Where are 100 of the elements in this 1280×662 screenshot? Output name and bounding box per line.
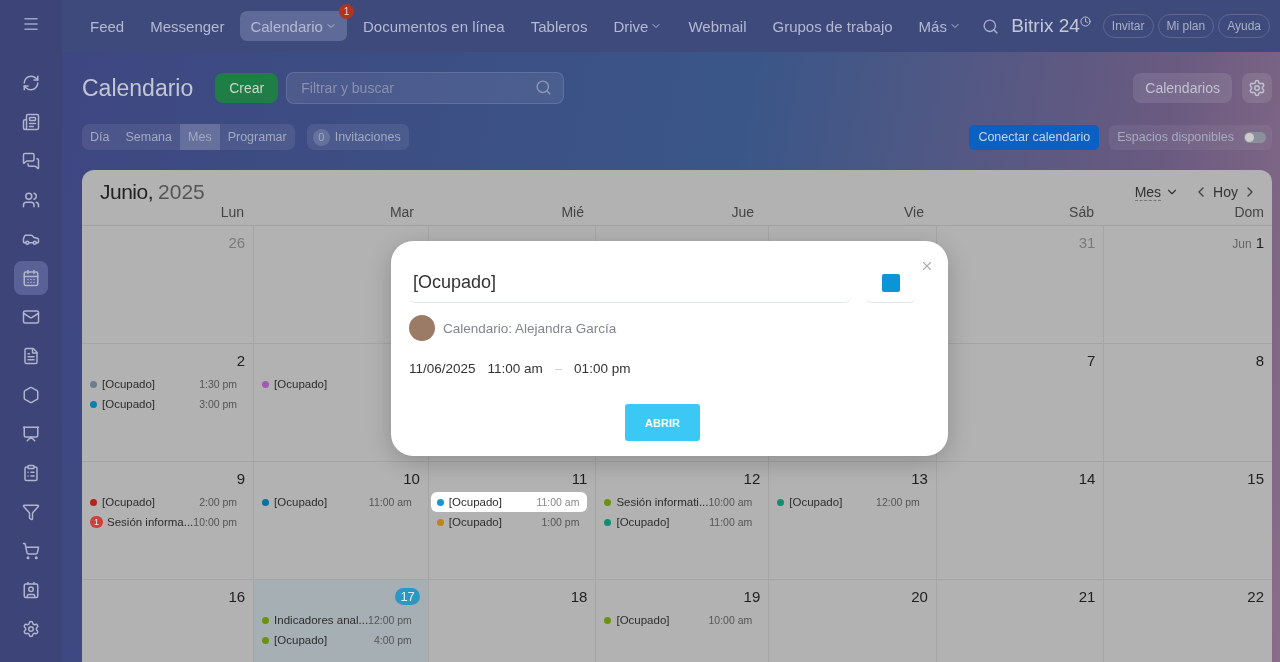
avatar [409, 315, 435, 341]
event-title: [Ocupado] [274, 378, 329, 390]
event-time: 10:00 pm [193, 516, 238, 528]
start-time: 11:00 am [487, 361, 543, 376]
nav-tab[interactable]: Tableros [520, 11, 598, 41]
weekday-label: Jue [731, 204, 754, 220]
end-time: 01:00 pm [574, 361, 631, 376]
settings-button[interactable] [1242, 73, 1272, 103]
day-number: 1 [1255, 234, 1264, 251]
event-time: 1:30 pm [199, 378, 238, 390]
weekday-label: Mar [389, 204, 414, 220]
calendar-event[interactable]: [Ocupado] 3:00 pm [84, 394, 246, 414]
view-tab[interactable]: Programar [219, 124, 295, 150]
connect-calendar-button[interactable]: Conectar calendario [969, 124, 1100, 150]
today-date: 17 [395, 588, 420, 605]
day-number: 7 [1087, 352, 1096, 369]
event-title: [Ocupado] [274, 496, 329, 508]
month-label: Jun [1232, 237, 1252, 251]
month-title: Junio, [100, 180, 154, 204]
calendar-event[interactable]: 1 Sesión informa...10:00 pm [84, 512, 246, 532]
nav-tab[interactable]: Grupos de trabajo [762, 11, 903, 41]
search-icon[interactable] [982, 17, 1000, 35]
day-number: 9 [236, 470, 246, 487]
event-time: 12:00 pm [368, 614, 412, 626]
event-title: Indicadores anal... [274, 614, 369, 626]
weekday-label: Vie [904, 204, 924, 220]
day-number: 14 [1078, 470, 1096, 487]
day-number: 15 [1247, 470, 1264, 487]
day-number: 20 [911, 588, 928, 605]
today-button[interactable]: Hoy [1209, 184, 1242, 200]
view-tab[interactable]: Día [82, 124, 118, 150]
event-time: 10:00 am [708, 614, 753, 626]
event-time: 4:00 pm [373, 634, 412, 646]
view-dropdown[interactable]: Mes [1134, 183, 1180, 201]
event-title: Sesión informa... [107, 516, 194, 528]
day-number: 2 [236, 352, 246, 369]
nav-tab[interactable]: Webmail [678, 11, 757, 41]
event-time: 12:00 pm [876, 496, 920, 508]
event-title: [Ocupado] [448, 496, 503, 508]
event-time: 11:00 am [709, 516, 753, 528]
event-title: [Ocupado] [102, 378, 157, 390]
page-title: Calendario [82, 74, 194, 102]
event-time: 1:00 pm [541, 516, 580, 528]
event-time: 11:00 am [536, 496, 580, 508]
event-title: [Ocupado] [616, 614, 671, 626]
day-number: 19 [743, 588, 761, 605]
calendar-event[interactable]: Indicadores anal...12:00 pm [256, 610, 420, 630]
calendar-event[interactable]: [Ocupado] 1:00 pm [430, 512, 588, 532]
year-title: 2025 [158, 180, 205, 204]
weekday-label: Lun [220, 204, 244, 220]
calendar-event[interactable]: [Ocupado] 12:00 pm [771, 492, 928, 512]
time-separator: – [554, 361, 563, 376]
settings-icon [1248, 79, 1266, 97]
nav-tab[interactable]: Messenger [140, 11, 235, 41]
day-number: 26 [228, 234, 246, 251]
calendar-event[interactable]: Sesión informati...10:00 am [598, 492, 761, 512]
availability-toggle[interactable] [1244, 131, 1266, 143]
calendar-event[interactable]: [Ocupado] 4:00 pm [256, 630, 420, 650]
weekday-label: Mié [561, 204, 584, 220]
event-time: 2:00 pm [199, 496, 238, 508]
day-number: 18 [570, 588, 588, 605]
view-tab[interactable]: Semana [117, 124, 180, 150]
event-title-field[interactable]: [Ocupado] [409, 263, 851, 303]
day-number: 16 [228, 588, 246, 605]
brand-logo: Bitrix 24 [1011, 15, 1080, 37]
calendars-button[interactable]: Calendarios [1133, 73, 1232, 103]
event-date: 11/06/2025 [409, 361, 476, 376]
event-count-badge: 1 [90, 516, 103, 528]
day-number: 10 [403, 470, 420, 487]
event-title: [Ocupado] [789, 496, 844, 508]
day-number: 12 [743, 470, 761, 487]
event-time: 11:00 am [368, 496, 412, 508]
calendar-event[interactable]: [Ocupado] 10:00 am [598, 610, 761, 630]
availability-label: Espacios disponibles [1117, 130, 1234, 144]
day-number: 13 [911, 470, 928, 487]
weekday-label: Dom [1234, 204, 1264, 220]
weekday-label: Sáb [1069, 204, 1094, 220]
nav-tab[interactable]: Más [908, 11, 971, 41]
calendar-owner: Calendario: Alejandra García [443, 320, 617, 336]
nav-tab[interactable]: Documentos en línea [352, 11, 515, 41]
nav-tab[interactable]: Drive [603, 11, 673, 41]
calendar-event[interactable]: [Ocupado] 2:00 pm [84, 492, 246, 512]
calendar-event[interactable]: [Ocupado] 1:30 pm [84, 374, 246, 394]
day-number: 8 [1255, 352, 1264, 369]
clock-icon [1079, 15, 1091, 27]
day-number: 11 [571, 470, 588, 487]
day-number: 22 [1247, 588, 1264, 605]
day-number: 31 [1078, 234, 1096, 251]
calendar-event[interactable]: [Ocupado] 11:00 am [598, 512, 761, 532]
create-button[interactable]: Crear [215, 73, 279, 103]
day-number: 21 [1078, 588, 1096, 605]
calendar-icon[interactable] [14, 261, 48, 295]
calendar-event[interactable]: [Ocupado] [256, 374, 420, 394]
event-time: 10:00 am [708, 496, 753, 508]
selected-event[interactable]: [Ocupado] 11:00 am [430, 492, 588, 512]
calendar-event[interactable]: [Ocupado] 11:00 am [256, 492, 420, 512]
event-title: [Ocupado] [274, 634, 329, 646]
event-title: [Ocupado] [616, 516, 671, 528]
nav-tab[interactable]: Feed [80, 11, 135, 41]
event-title: [Ocupado] [448, 516, 503, 528]
